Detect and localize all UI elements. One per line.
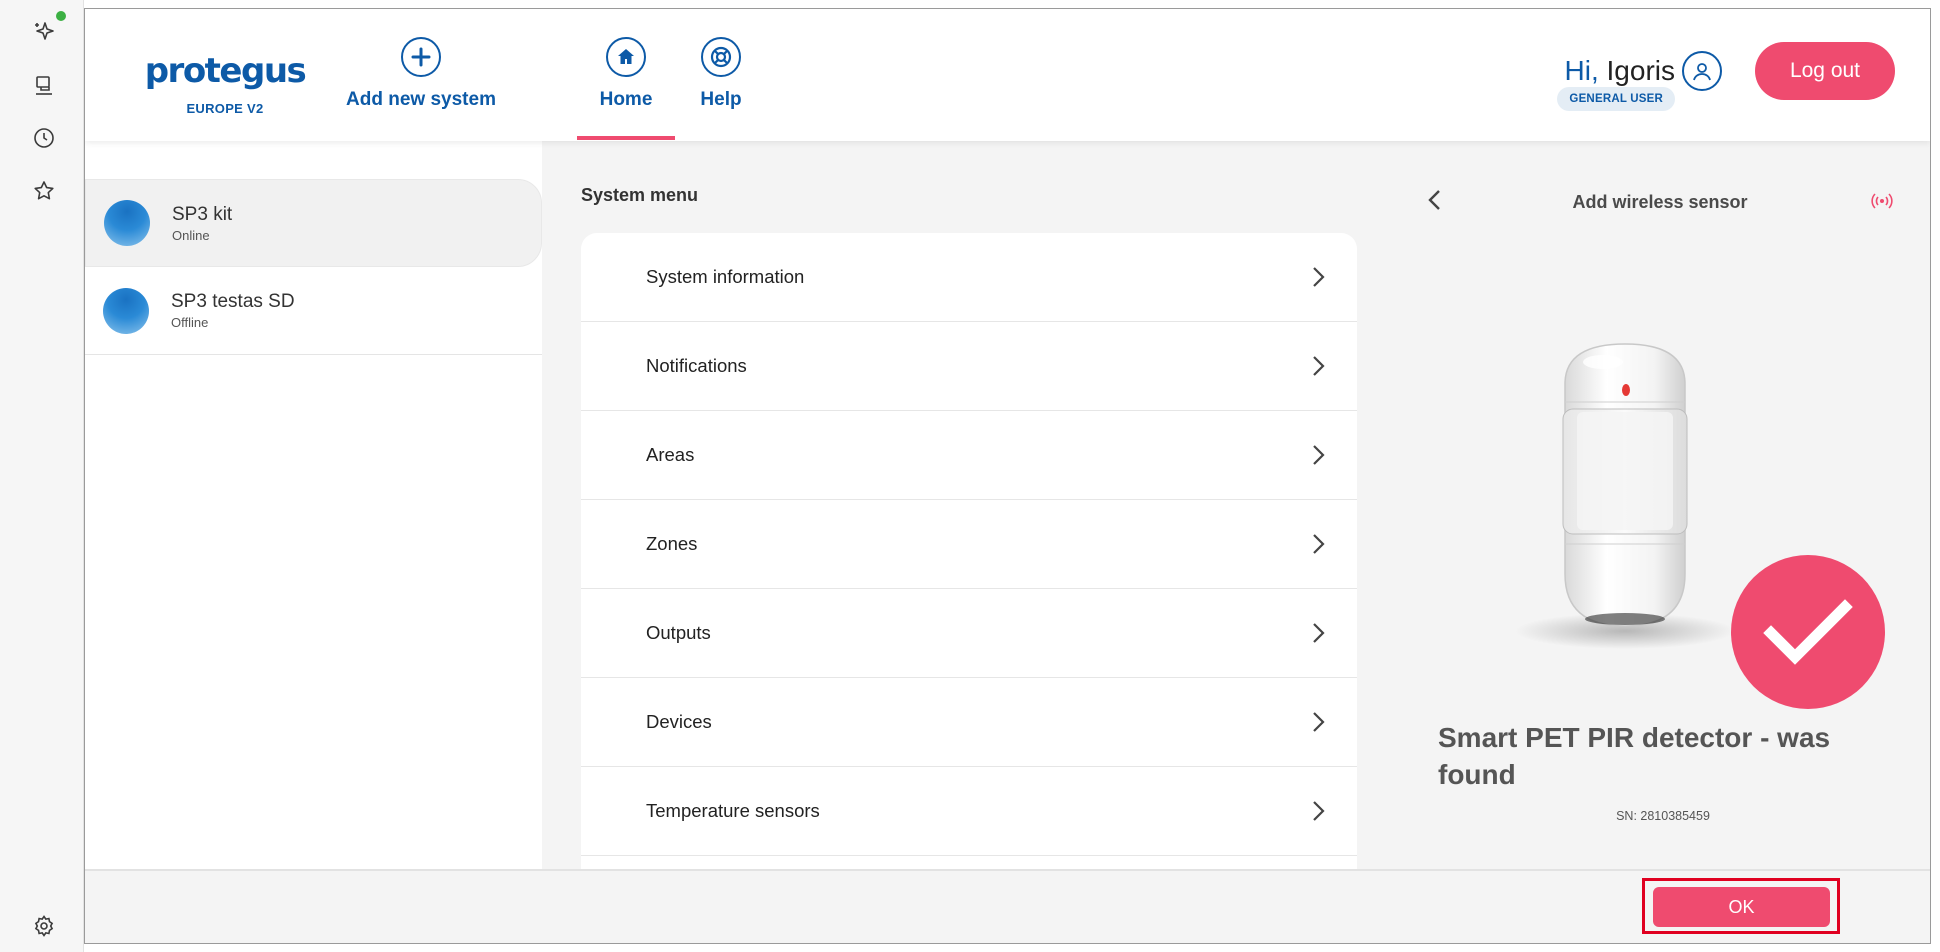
- chevron-right-icon: [1313, 267, 1325, 287]
- user-name: Igoris: [1606, 55, 1675, 86]
- region-label: EUROPE V2: [186, 101, 264, 116]
- system-menu-list: System information Notifications Areas Z…: [581, 233, 1357, 873]
- app-window: protegus EUROPE V2 Add new system Home H…: [84, 8, 1931, 944]
- menu-item-label: Zones: [646, 533, 698, 554]
- menu-item-label: Areas: [646, 444, 695, 465]
- system-avatar: [104, 200, 150, 246]
- menu-item-system-information[interactable]: System information: [581, 233, 1357, 322]
- menu-item-label: Notifications: [646, 355, 747, 376]
- menu-item-temperature-sensors[interactable]: Temperature sensors: [581, 767, 1357, 856]
- menu-item-label: System information: [646, 266, 805, 287]
- sensor-panel-title: Add wireless sensor: [1572, 192, 1748, 212]
- greeting-hi: Hi,: [1564, 55, 1599, 86]
- computer-use-icon[interactable]: [30, 72, 58, 100]
- menu-item-outputs[interactable]: Outputs: [581, 589, 1357, 678]
- plus-icon: [401, 37, 441, 77]
- system-item[interactable]: SP3 testas SD Offline: [85, 267, 542, 355]
- chevron-right-icon: [1313, 356, 1325, 376]
- user-profile-icon[interactable]: [1682, 51, 1722, 91]
- settings-icon[interactable]: [30, 912, 58, 940]
- success-check-icon: [1731, 555, 1885, 709]
- chevron-right-icon: [1313, 712, 1325, 732]
- system-info: SP3 kit Online: [172, 204, 232, 243]
- left-dock: [0, 0, 84, 952]
- sensor-panel-header: Add wireless sensor: [1425, 184, 1895, 220]
- menu-item-label: Temperature sensors: [646, 800, 820, 821]
- sensor-found-message: Smart PET PIR detector - was found: [1438, 722, 1831, 790]
- chevron-right-icon: [1313, 534, 1325, 554]
- system-status: Online: [172, 227, 210, 243]
- lifebuoy-icon: [701, 37, 741, 77]
- system-avatar: [103, 287, 149, 334]
- menu-item-devices[interactable]: Devices: [581, 678, 1357, 767]
- menu-item-label: Devices: [646, 711, 712, 732]
- nav-home-label: Home: [599, 89, 653, 110]
- menu-item-zones[interactable]: Zones: [581, 500, 1357, 589]
- home-icon: [606, 37, 646, 77]
- system-name: SP3 testas SD: [171, 291, 295, 312]
- sparkle-icon[interactable]: [30, 18, 58, 46]
- system-status: Offline: [171, 315, 209, 330]
- systems-list: SP3 kit Online SP3 testas SD Offline: [85, 141, 542, 869]
- chevron-right-icon: [1313, 445, 1325, 465]
- menu-item-notifications[interactable]: Notifications: [581, 322, 1357, 411]
- system-info: SP3 testas SD Offline: [171, 291, 295, 330]
- history-icon[interactable]: [30, 124, 58, 152]
- active-tab-indicator: [577, 136, 675, 140]
- add-new-system-label: Add new system: [346, 89, 496, 110]
- menu-item-areas[interactable]: Areas: [581, 411, 1357, 500]
- role-badge: GENERAL USER: [1557, 87, 1675, 111]
- nav-help-label: Help: [700, 89, 742, 110]
- menu-item-label: Outputs: [646, 622, 711, 643]
- user-greeting: Hi, Igoris: [1565, 55, 1675, 87]
- system-item[interactable]: SP3 kit Online: [85, 179, 542, 267]
- chevron-right-icon: [1313, 801, 1325, 821]
- wireless-signal-icon: [1871, 193, 1893, 209]
- system-name: SP3 kit: [172, 203, 233, 225]
- sensor-serial-number: SN: 2810385459: [1616, 809, 1710, 823]
- system-menu-title: System menu: [581, 185, 699, 205]
- nav-help[interactable]: Help: [691, 37, 751, 111]
- logout-button[interactable]: Log out: [1755, 42, 1895, 100]
- nav-home[interactable]: Home: [586, 37, 666, 111]
- chevron-right-icon: [1313, 623, 1325, 643]
- logo-text: protegus: [144, 51, 307, 91]
- protegus-logo[interactable]: protegus EUROPE V2: [140, 51, 310, 116]
- star-icon[interactable]: [30, 177, 58, 205]
- add-new-system-button[interactable]: Add new system: [346, 37, 496, 111]
- top-header: protegus EUROPE V2 Add new system Home H…: [85, 9, 1930, 141]
- ok-button[interactable]: OK: [1653, 887, 1830, 927]
